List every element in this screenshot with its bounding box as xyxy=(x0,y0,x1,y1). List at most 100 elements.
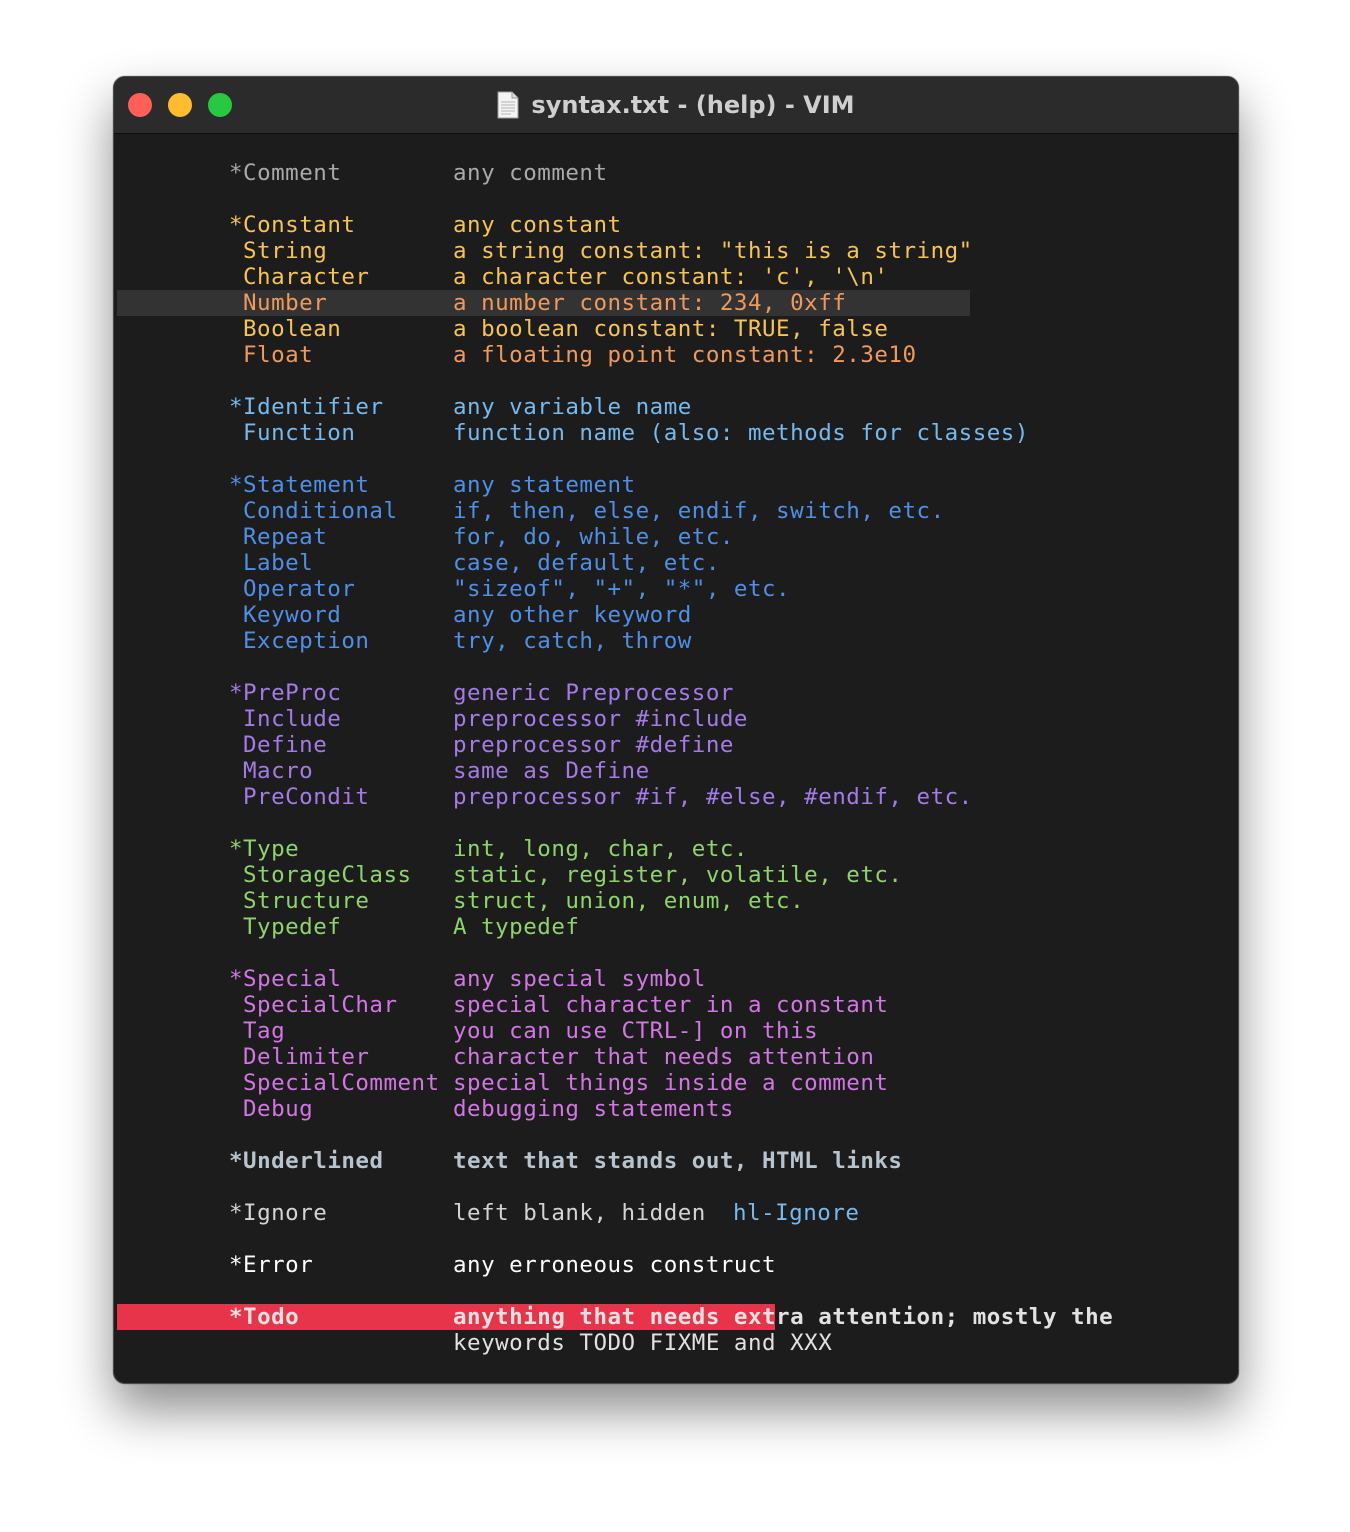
help-tag-link[interactable]: hl-Ignore xyxy=(733,1200,859,1226)
group-description: special character in a constant xyxy=(453,992,889,1018)
group-name: Boolean xyxy=(243,316,342,342)
line-number: Number a number constant: 234, 0xff xyxy=(114,290,846,316)
line-precondit: PreCondit preprocessor #if, #else, #endi… xyxy=(114,784,972,810)
line-float: Float a floating point constant: 2.3e10 xyxy=(114,342,916,368)
line-error: *Error any erroneous construct xyxy=(114,1252,776,1330)
line-debug: Debug debugging statements xyxy=(114,1096,733,1122)
line-statement: *Statement any statement xyxy=(114,472,635,498)
group-description: try, catch, throw xyxy=(453,628,692,654)
text-buffer[interactable]: *Comment any comment *Constant any const… xyxy=(114,134,1238,1383)
group-name: *Todo xyxy=(229,1304,300,1330)
line-preproc: *PreProc generic Preprocessor xyxy=(114,680,733,706)
group-description: character that needs attention xyxy=(453,1044,875,1070)
group-description: preprocessor #include xyxy=(453,706,748,732)
group-name: *Special xyxy=(229,966,342,992)
line-comment: *Comment any comment xyxy=(114,160,607,186)
group-name: Label xyxy=(243,550,314,576)
line-keyword: Keyword any other keyword xyxy=(114,602,691,628)
line-todo: *Todo anything that needs extra attentio… xyxy=(114,1304,1113,1330)
group-description: for, do, while, etc. xyxy=(453,524,734,550)
line-exception: Exception try, catch, throw xyxy=(114,628,691,654)
group-description: A typedef xyxy=(453,914,580,940)
group-description: case, default, etc. xyxy=(453,550,720,576)
group-name: Structure xyxy=(243,888,370,914)
line-ignore: *Ignore left blank, hidden hl-Ignore xyxy=(114,1200,859,1226)
line-storageclass: StorageClass static, register, volatile,… xyxy=(114,862,902,888)
line-typedef: Typedef A typedef xyxy=(114,914,579,940)
group-description: any erroneous construct xyxy=(453,1252,777,1278)
group-name: Keyword xyxy=(243,602,342,628)
line-delimiter: Delimiter character that needs attention xyxy=(114,1044,874,1070)
group-description: struct, union, enum, etc. xyxy=(453,888,805,914)
group-name: SpecialComment xyxy=(243,1070,440,1096)
group-description: a character constant: 'c', '\n' xyxy=(453,264,889,290)
group-description: if, then, else, endif, switch, etc. xyxy=(453,498,945,524)
group-name: *Underlined xyxy=(229,1148,384,1174)
group-description: special things inside a comment xyxy=(453,1070,889,1096)
group-name: Delimiter xyxy=(243,1044,370,1070)
line-underlined: *Underlined text that stands out, HTML l… xyxy=(114,1148,902,1174)
group-name: *Statement xyxy=(229,472,370,498)
group-name: *Identifier xyxy=(229,394,384,420)
group-name: StorageClass xyxy=(243,862,412,888)
group-description: any variable name xyxy=(453,394,692,420)
group-description: a floating point constant: 2.3e10 xyxy=(453,342,917,368)
group-name: String xyxy=(243,238,328,264)
group-description: text that stands out, HTML links xyxy=(453,1148,903,1174)
vim-window: syntax.txt - (help) - VIM *Comment any c… xyxy=(113,76,1239,1384)
group-name: Number xyxy=(243,290,328,316)
line-specialcomment: SpecialComment special things inside a c… xyxy=(114,1070,888,1096)
line-structure: Structure struct, union, enum, etc. xyxy=(114,888,804,914)
window-title-area: syntax.txt - (help) - VIM xyxy=(114,77,1238,133)
group-name: Tag xyxy=(243,1018,286,1044)
group-name: Exception xyxy=(243,628,370,654)
group-name: Define xyxy=(243,732,328,758)
group-description: a number constant: 234, 0xff xyxy=(453,290,847,316)
group-description: anything that needs extra attention; mos… xyxy=(453,1304,1114,1330)
group-description: function name (also: methods for classes… xyxy=(453,420,1029,446)
group-name: Debug xyxy=(243,1096,314,1122)
line-specialchar: SpecialChar special character in a const… xyxy=(114,992,888,1018)
group-description: any special symbol xyxy=(453,966,706,992)
group-name: *Error xyxy=(229,1252,314,1278)
group-description: generic Preprocessor xyxy=(453,680,734,706)
group-description: debugging statements xyxy=(453,1096,734,1122)
group-description: you can use CTRL-] on this xyxy=(453,1018,819,1044)
group-description: int, long, char, etc. xyxy=(453,836,748,862)
line-type: *Type int, long, char, etc. xyxy=(114,836,747,862)
group-name: *Comment xyxy=(229,160,342,186)
group-description: left blank, hidden xyxy=(453,1200,706,1226)
line-include: Include preprocessor #include xyxy=(114,706,747,732)
line-function: Function function name (also: methods fo… xyxy=(114,420,1028,446)
group-name: Float xyxy=(243,342,314,368)
group-name: Operator xyxy=(243,576,356,602)
line-string: String a string constant: "this is a str… xyxy=(114,238,972,316)
group-description: a string constant: "this is a string" xyxy=(453,238,973,264)
line-identifier: *Identifier any variable name xyxy=(114,394,691,420)
line-constant: *Constant any constant xyxy=(114,212,621,238)
title-bar[interactable]: syntax.txt - (help) - VIM xyxy=(114,77,1238,134)
line-character: Character a character constant: 'c', '\n… xyxy=(114,264,888,290)
group-description: any statement xyxy=(453,472,636,498)
group-name: Include xyxy=(243,706,342,732)
group-name: PreCondit xyxy=(243,784,370,810)
group-description: preprocessor #if, #else, #endif, etc. xyxy=(453,784,973,810)
line-boolean: Boolean a boolean constant: TRUE, false xyxy=(114,316,888,342)
group-description: "sizeof", "+", "*", etc. xyxy=(453,576,791,602)
group-name: Character xyxy=(243,264,370,290)
group-name: Typedef xyxy=(243,914,342,940)
group-name: *PreProc xyxy=(229,680,342,706)
line-todo-continued: keywords TODO FIXME and XXX xyxy=(114,1330,832,1356)
line-repeat: Repeat for, do, while, etc. xyxy=(114,524,733,550)
group-description: a boolean constant: TRUE, false xyxy=(453,316,889,342)
line-define: Define preprocessor #define xyxy=(114,732,733,758)
group-name: Function xyxy=(243,420,356,446)
line-special: *Special any special symbol xyxy=(114,966,705,992)
line-label: Label case, default, etc. xyxy=(114,550,719,576)
line-macro: Macro same as Define xyxy=(114,758,649,784)
group-name: *Ignore xyxy=(229,1200,328,1226)
group-name: SpecialChar xyxy=(243,992,398,1018)
group-description-continued: keywords TODO FIXME and XXX xyxy=(453,1330,833,1356)
document-icon xyxy=(497,91,519,119)
group-name: Conditional xyxy=(243,498,398,524)
